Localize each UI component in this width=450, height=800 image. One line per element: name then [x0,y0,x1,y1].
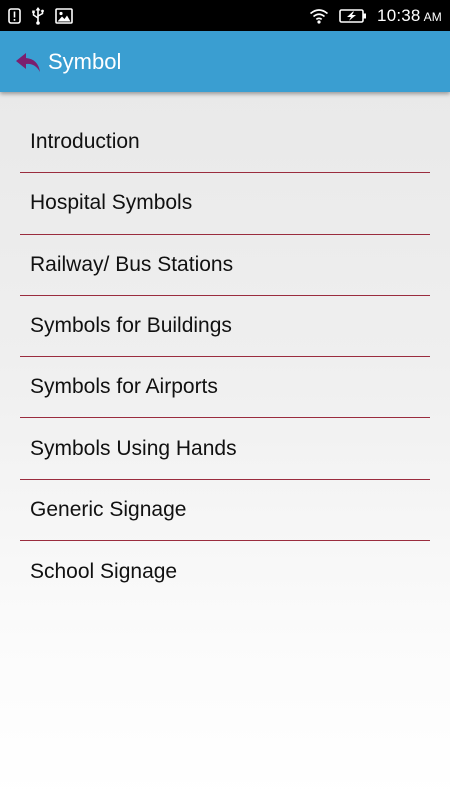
wifi-icon [309,8,329,24]
status-left-icons [8,6,73,25]
list-item-label: School Signage [30,559,178,583]
list-item-generic-signage[interactable]: Generic Signage [20,480,430,542]
status-right: 10:38 AM [309,6,442,26]
clock-time: 10:38 [377,5,421,25]
app-bar: Symbol [0,31,450,92]
back-arrow-icon [14,51,42,73]
status-time: 10:38 AM [377,6,442,26]
list-item-school-signage[interactable]: School Signage [20,541,430,602]
symbol-menu-list: Introduction Hospital Symbols Railway/ B… [20,112,430,602]
list-item-railway-bus-stations[interactable]: Railway/ Bus Stations [20,235,430,296]
list-item-label: Introduction [30,130,140,154]
list-item-symbols-using-hands[interactable]: Symbols Using Hands [20,418,430,480]
list-item-hospital-symbols[interactable]: Hospital Symbols [20,173,430,235]
list-item-label: Railway/ Bus Stations [30,252,234,276]
alert-icon [8,7,21,24]
back-button[interactable]: Symbol [14,49,121,75]
battery-charging-icon [339,8,367,24]
list-item-label: Symbols Using Hands [30,436,237,460]
list-item-label: Hospital Symbols [30,191,193,215]
image-icon [55,7,73,24]
list-item-label: Symbols for Airports [30,375,218,399]
usb-icon [31,6,45,25]
status-bar: 10:38 AM [0,0,450,31]
clock-ampm: AM [423,9,442,24]
list-item-symbols-for-buildings[interactable]: Symbols for Buildings [20,296,430,358]
page-title: Symbol [48,48,122,74]
list-item-symbols-for-airports[interactable]: Symbols for Airports [20,357,430,419]
list-item-introduction[interactable]: Introduction [20,112,430,174]
list-item-label: Generic Signage [30,497,187,521]
list-item-label: Symbols for Buildings [30,314,232,338]
